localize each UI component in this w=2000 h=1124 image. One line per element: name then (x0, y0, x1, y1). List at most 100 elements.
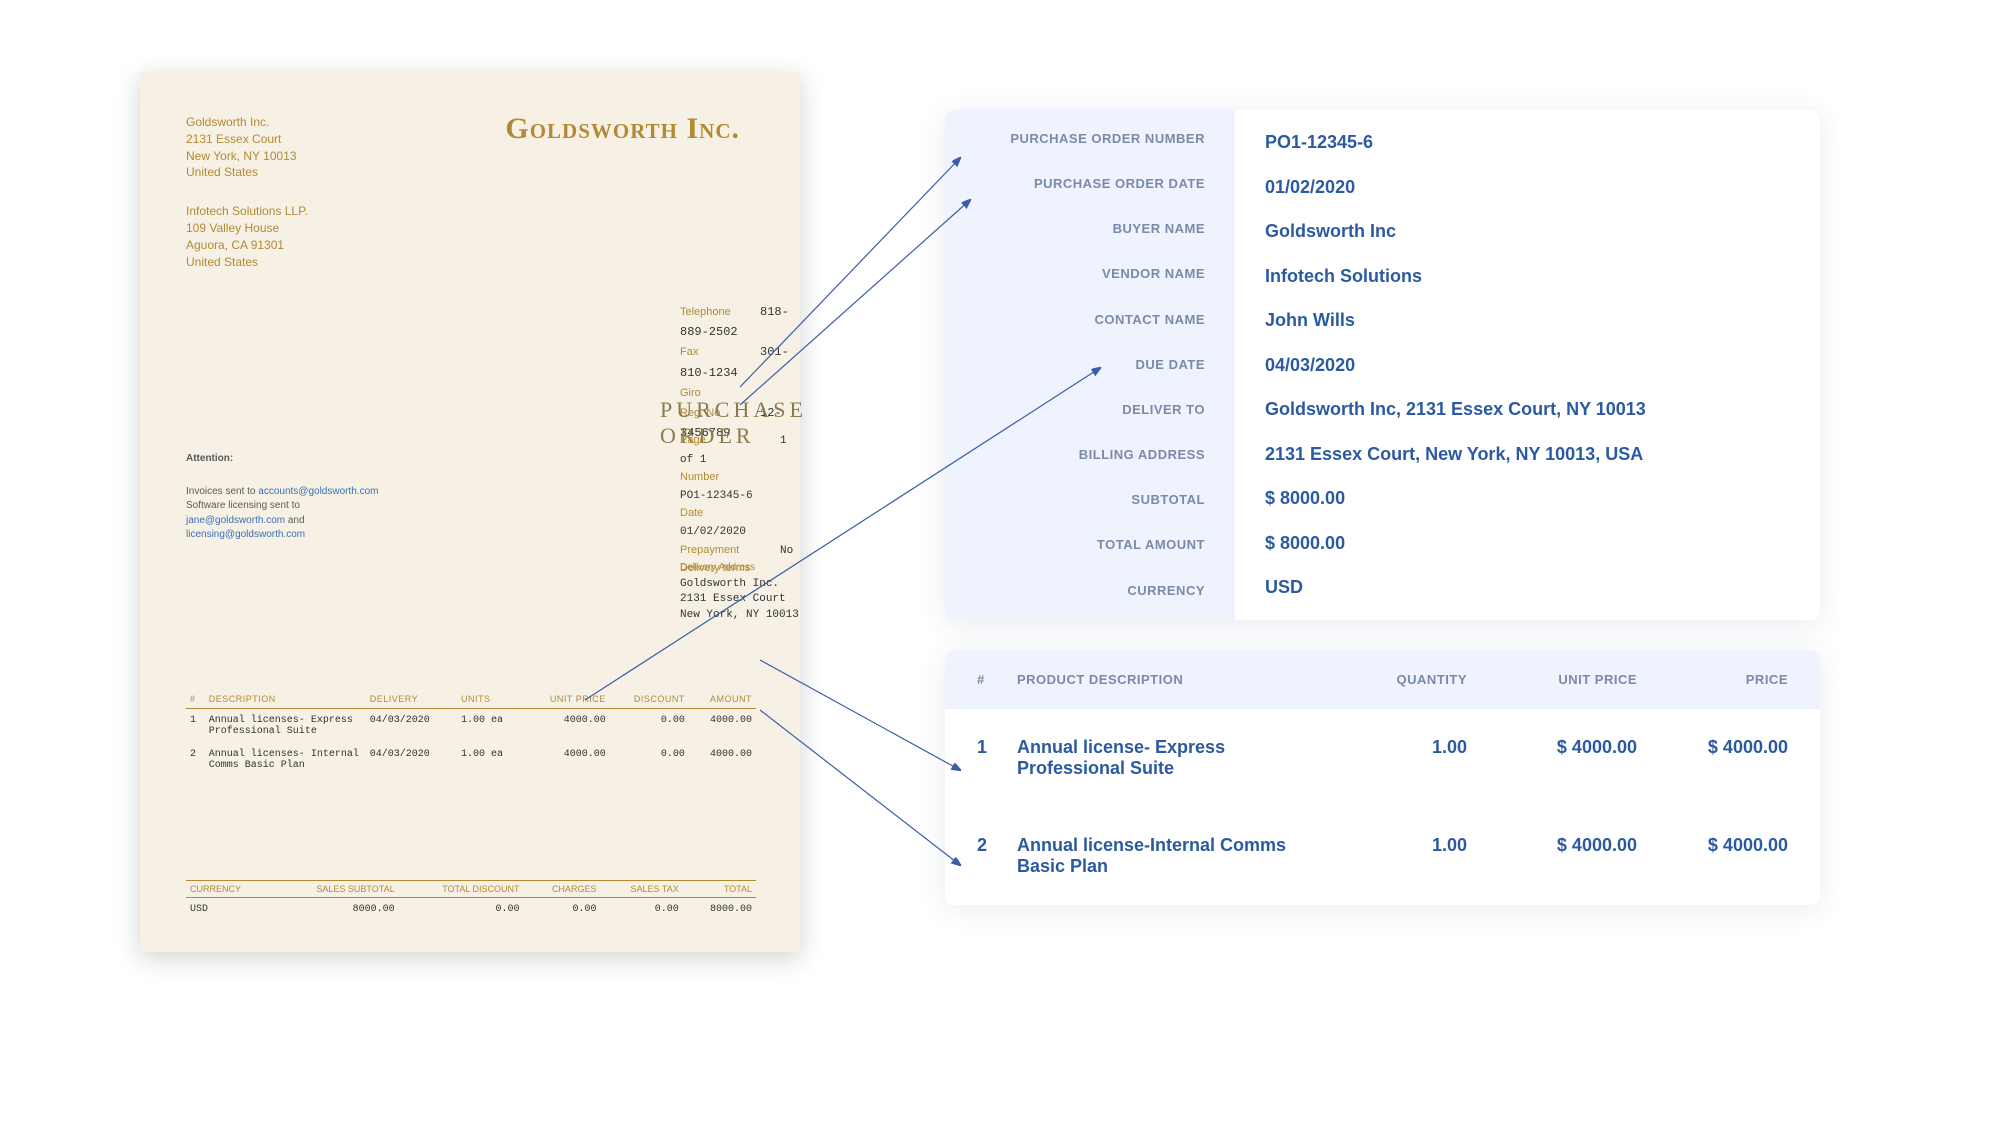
tot-cur: USD (186, 898, 272, 922)
lines-cell-price: $ 4000.00 (1637, 737, 1788, 758)
lines-cell-n: 1 (977, 737, 1017, 758)
cell-del: 04/03/2020 (366, 709, 457, 744)
company-title: Goldsworth Inc. (505, 112, 740, 146)
vendor-addr-line1: 109 Valley House (186, 220, 754, 237)
col-up: UNIT PRICE (524, 692, 610, 709)
value-due: 04/03/2020 (1265, 355, 1790, 376)
cell-del: 04/03/2020 (366, 743, 457, 777)
col-units: UNITS (457, 692, 524, 709)
number-label: Number (680, 469, 780, 487)
value-po-number: PO1-12345-6 (1265, 132, 1790, 153)
delivery-label: Delivery Address (680, 562, 799, 573)
cell-disc: 0.00 (610, 743, 689, 777)
summary-labels-column: PURCHASE ORDER NUMBER PURCHASE ORDER DAT… (945, 110, 1235, 620)
delivery-line2: New York, NY 10013 (680, 608, 799, 623)
value-subtotal: $ 8000.00 (1265, 488, 1790, 509)
tot-col-disc: TOTAL DISCOUNT (399, 881, 524, 898)
lines-col-price: PRICE (1637, 672, 1788, 687)
totals-table: CURRENCY SALES SUBTOTAL TOTAL DISCOUNT C… (186, 880, 756, 921)
lines-cell-desc: Annual license- Express Professional Sui… (1017, 737, 1347, 779)
cell-up: 4000.00 (524, 743, 610, 777)
attention-email-2a: jane@goldsworth.com (186, 515, 285, 526)
col-amt: AMOUNT (689, 692, 756, 709)
col-disc: DISCOUNT (610, 692, 689, 709)
lines-cell-desc: Annual license-Internal Comms Basic Plan (1017, 835, 1347, 877)
buyer-addr-line2: New York, NY 10013 (186, 148, 754, 165)
tot-disc: 0.00 (399, 898, 524, 922)
date-value: 01/02/2020 (680, 526, 746, 538)
summary-values-column: PO1-12345-6 01/02/2020 Goldsworth Inc In… (1235, 110, 1820, 620)
cell-units: 1.00 ea (457, 709, 524, 744)
lines-cell-n: 2 (977, 835, 1017, 856)
label-subtotal: SUBTOTAL (945, 493, 1205, 507)
vendor-name: Infotech Solutions LLP. (186, 203, 754, 220)
tot-col-cur: CURRENCY (186, 881, 272, 898)
fax-label: Fax (680, 344, 760, 362)
lines-cell-qty: 1.00 (1347, 737, 1467, 758)
lines-cell-qty: 1.00 (1347, 835, 1467, 856)
value-currency: USD (1265, 577, 1790, 598)
source-purchase-order-document: Goldsworth Inc. Goldsworth Inc. 2131 Ess… (140, 72, 800, 952)
cell-desc: Annual licenses- Internal Comms Basic Pl… (205, 743, 366, 777)
cell-n: 1 (186, 709, 205, 744)
tot-col-tax: SALES TAX (600, 881, 682, 898)
tot-tax: 0.00 (600, 898, 682, 922)
attention-email-2b: licensing@goldsworth.com (186, 529, 305, 540)
label-deliver: DELIVER TO (945, 403, 1205, 417)
vendor-address-block: Infotech Solutions LLP. 109 Valley House… (186, 203, 754, 270)
label-po-number: PURCHASE ORDER NUMBER (945, 132, 1205, 146)
prepayment-label: Prepayment (680, 542, 780, 560)
label-currency: CURRENCY (945, 584, 1205, 598)
lines-cell-up: $ 4000.00 (1467, 835, 1637, 856)
prepayment-value: No (780, 545, 793, 557)
value-po-date: 01/02/2020 (1265, 177, 1790, 198)
lines-col-qty: QUANTITY (1347, 672, 1467, 687)
value-buyer: Goldsworth Inc (1265, 221, 1790, 242)
lines-cell-up: $ 4000.00 (1467, 737, 1637, 758)
telephone-label: Telephone (680, 304, 760, 322)
lines-col-n: # (977, 672, 1017, 687)
date-label: Date (680, 505, 780, 523)
lines-col-up: UNIT PRICE (1467, 672, 1637, 687)
line-items-table: # DESCRIPTION DELIVERY UNITS UNIT PRICE … (186, 692, 756, 777)
lines-row: 2 Annual license-Internal Comms Basic Pl… (945, 807, 1820, 905)
value-contact: John Wills (1265, 310, 1790, 331)
attention-and: and (285, 515, 304, 526)
label-due: DUE DATE (945, 358, 1205, 372)
delivery-name: Goldsworth Inc. (680, 577, 799, 592)
lines-cell-price: $ 4000.00 (1637, 835, 1788, 856)
cell-disc: 0.00 (610, 709, 689, 744)
tot-col-sub: SALES SUBTOTAL (272, 881, 398, 898)
vendor-addr-line2: Aguora, CA 91301 (186, 237, 754, 254)
value-total: $ 8000.00 (1265, 533, 1790, 554)
extracted-summary-card: PURCHASE ORDER NUMBER PURCHASE ORDER DAT… (945, 110, 1820, 620)
item-row: 2 Annual licenses- Internal Comms Basic … (186, 743, 756, 777)
number-value: PO1-12345-6 (680, 490, 753, 502)
extracted-lines-card: # PRODUCT DESCRIPTION QUANTITY UNIT PRIC… (945, 650, 1820, 905)
value-deliver: Goldsworth Inc, 2131 Essex Court, NY 100… (1265, 399, 1790, 420)
value-billing: 2131 Essex Court, New York, NY 10013, US… (1265, 444, 1790, 465)
value-vendor: Infotech Solutions (1265, 266, 1790, 287)
attention-heading: Attention: (186, 452, 446, 467)
cell-amt: 4000.00 (689, 743, 756, 777)
tot-sub: 8000.00 (272, 898, 398, 922)
lines-header-row: # PRODUCT DESCRIPTION QUANTITY UNIT PRIC… (945, 650, 1820, 709)
attention-block: Attention: Invoices sent to accounts@gol… (186, 452, 446, 543)
cell-n: 2 (186, 743, 205, 777)
tot-chg: 0.00 (524, 898, 601, 922)
page-label: Page (680, 432, 780, 450)
tot-col-chg: CHARGES (524, 881, 601, 898)
label-contact: CONTACT NAME (945, 313, 1205, 327)
tot-tot: 8000.00 (683, 898, 756, 922)
attention-text-2: Software licensing sent to (186, 499, 446, 514)
label-total: TOTAL AMOUNT (945, 538, 1205, 552)
col-n: # (186, 692, 205, 709)
item-row: 1 Annual licenses- Express Professional … (186, 709, 756, 744)
col-del: DELIVERY (366, 692, 457, 709)
cell-units: 1.00 ea (457, 743, 524, 777)
lines-row: 1 Annual license- Express Professional S… (945, 709, 1820, 807)
po-meta-block: Page1 of 1 NumberPO1-12345-6 Date01/02/2… (680, 432, 800, 579)
vendor-country: United States (186, 254, 754, 271)
label-buyer: BUYER NAME (945, 222, 1205, 236)
delivery-block: Delivery Address Goldsworth Inc. 2131 Es… (680, 562, 799, 623)
